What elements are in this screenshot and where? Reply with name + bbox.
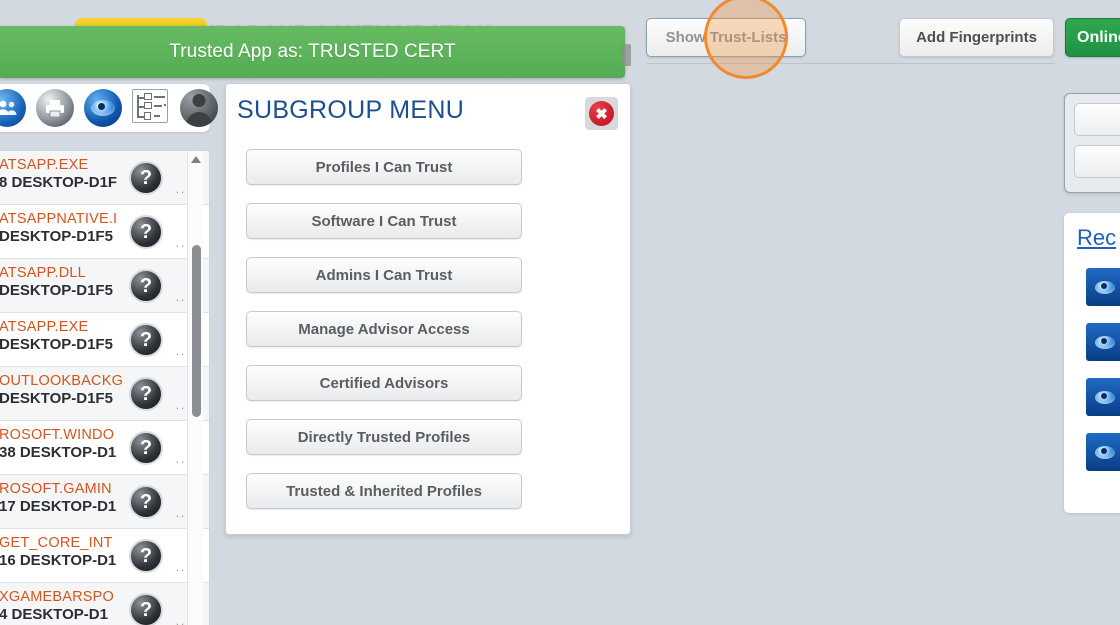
eye-cloud-icon[interactable] xyxy=(1086,378,1120,416)
eye-cloud-icon[interactable] xyxy=(1086,323,1120,361)
add-fingerprints-button[interactable]: Add Fingerprints xyxy=(899,18,1054,57)
eye-cloud-icon[interactable] xyxy=(1086,433,1120,471)
eye-cloud-icon[interactable] xyxy=(84,89,122,127)
list-item[interactable]: OUTLOOKBACKG DESKTOP-D1F5?... xyxy=(0,367,209,421)
list-item[interactable]: XGAMEBARSPO 4 DESKTOP-D1?... xyxy=(0,583,209,625)
printer-icon[interactable] xyxy=(36,89,74,127)
list-item-filename: ATSAPP.EXE xyxy=(0,319,89,335)
list-item[interactable]: ROSOFT.GAMIN 17 DESKTOP-D1?... xyxy=(0,475,209,529)
add-button[interactable]: + xyxy=(1074,145,1120,178)
right-action-box: P + xyxy=(1064,93,1120,193)
eye-glyph xyxy=(1095,390,1115,404)
list-item[interactable]: ATSAPPNATIVE.I DESKTOP-D1F5?... xyxy=(0,205,209,259)
eye-glyph xyxy=(1095,445,1115,459)
unknown-status-icon[interactable]: ? xyxy=(129,593,163,625)
subgroup-menu-button[interactable]: Admins I Can Trust xyxy=(246,257,522,293)
list-item-filename: ROSOFT.WINDO xyxy=(0,427,115,443)
users-group-icon[interactable] xyxy=(0,89,26,127)
trusted-app-banner: Trusted App as: TRUSTED CERT xyxy=(0,26,631,78)
list-item[interactable]: ATSAPP.DLL DESKTOP-D1F5?... xyxy=(0,259,209,313)
subgroup-menu-panel: SUBGROUP MENU ✖ Profiles I Can Trust Soft… xyxy=(225,83,631,535)
subgroup-menu-button[interactable]: Trusted & Inherited Profiles xyxy=(246,473,522,509)
eye-cloud-icon[interactable] xyxy=(1086,268,1120,306)
unknown-status-icon[interactable]: ? xyxy=(129,269,163,303)
subgroup-menu-button[interactable]: Directly Trusted Profiles xyxy=(246,419,522,455)
recent-panel: Rec xyxy=(1064,213,1120,513)
subgroup-menu-buttons: Profiles I Can Trust Software I Can Trust… xyxy=(246,149,522,527)
list-item-filename: ATSAPP.EXE xyxy=(0,157,89,173)
unknown-status-icon[interactable]: ? xyxy=(129,377,163,411)
subgroup-menu-button[interactable]: Profiles I Can Trust xyxy=(246,149,522,185)
online-status-button[interactable]: Online xyxy=(1065,18,1120,57)
unknown-status-icon[interactable]: ? xyxy=(129,323,163,357)
close-icon: ✖ xyxy=(589,101,614,126)
scrollbar-thumb[interactable] xyxy=(192,245,201,417)
recent-link[interactable]: Rec xyxy=(1077,225,1120,251)
unknown-status-icon[interactable]: ? xyxy=(129,161,163,195)
left-icon-toolbar xyxy=(0,84,218,132)
banner-handle xyxy=(622,44,631,66)
list-scrollbar[interactable] xyxy=(187,151,203,625)
unknown-status-icon[interactable]: ? xyxy=(129,215,163,249)
eye-glyph xyxy=(1095,280,1115,294)
fingerprint-list-panel: ATSAPP.EXE 8 DESKTOP-D1F?... ATSAPPNATIVE.… xyxy=(0,150,210,625)
list-item-filename: XGAMEBARSPO xyxy=(0,589,115,605)
unknown-status-icon[interactable]: ? xyxy=(129,485,163,519)
list-item-filename: GET_CORE_INT xyxy=(0,535,113,551)
list-item[interactable]: ATSAPP.EXE 8 DESKTOP-D1F?... xyxy=(0,151,209,205)
subgroup-menu-button[interactable]: Software I Can Trust xyxy=(246,203,522,239)
list-item[interactable]: ROSOFT.WINDO 38 DESKTOP-D1?... xyxy=(0,421,209,475)
unknown-status-icon[interactable]: ? xyxy=(129,539,163,573)
toolbar-divider xyxy=(646,63,1054,64)
banner-text: Trusted App as: TRUSTED CERT xyxy=(169,41,456,62)
profiles-button[interactable]: P xyxy=(1074,103,1120,136)
app-root: SUBGROUP CONFIGURATION Trusted App as: T… xyxy=(0,0,1120,625)
list-item[interactable]: GET_CORE_INT 16 DESKTOP-D1?... xyxy=(0,529,209,583)
subgroup-menu-button[interactable]: Manage Advisor Access xyxy=(246,311,522,347)
subgroup-menu-title: SUBGROUP MENU xyxy=(237,96,465,124)
list-item-filename: ATSAPP.DLL xyxy=(0,265,86,281)
scroll-up-arrow-icon[interactable] xyxy=(191,156,201,163)
eye-glyph xyxy=(1095,335,1115,349)
list-item-filename: OUTLOOKBACKG xyxy=(0,373,124,389)
show-trust-lists-button[interactable]: Show Trust-Lists xyxy=(646,18,806,57)
list-item-filename: ATSAPPNATIVE.I xyxy=(0,211,118,227)
tree-hierarchy-icon[interactable] xyxy=(132,89,170,127)
list-item-filename: ROSOFT.GAMIN xyxy=(0,481,112,497)
list-item[interactable]: ATSAPP.EXE DESKTOP-D1F5?... xyxy=(0,313,209,367)
unknown-status-icon[interactable]: ? xyxy=(129,431,163,465)
close-button[interactable]: ✖ xyxy=(585,97,618,130)
user-avatar-icon[interactable] xyxy=(180,89,218,127)
subgroup-menu-button[interactable]: Certified Advisors xyxy=(246,365,522,401)
